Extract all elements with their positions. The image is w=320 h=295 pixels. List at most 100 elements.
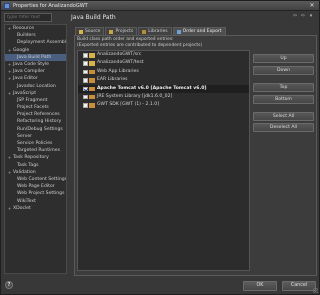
tree-item-label: Service Policies — [17, 141, 53, 146]
list-item[interactable]: JRE System Library [jdk1.6.0_02] — [78, 93, 249, 101]
deselect-all-button[interactable]: Deselect All — [253, 123, 314, 132]
property-tree[interactable]: + Resource Builders Deployment Assembly + Goo… — [4, 24, 67, 274]
close-icon[interactable]: ✕ — [308, 2, 316, 9]
tree-item-label: JSP Fragment — [17, 97, 48, 103]
tree-item-label: Builders — [17, 33, 36, 39]
expand-toggle-icon[interactable]: + — [7, 75, 12, 82]
tree-item-label: Java Build Path — [17, 54, 52, 60]
list-item[interactable]: EAR Libraries — [78, 76, 249, 84]
title-bar[interactable]: Properties for AnalizandoGWT ✕ — [1, 1, 319, 11]
select-all-button[interactable]: Select All — [253, 112, 314, 121]
tab-order-and-export[interactable]: Order and Export — [172, 27, 226, 35]
expand-toggle-icon[interactable]: + — [7, 169, 12, 176]
tab-icon — [176, 29, 181, 34]
tree-item[interactable]: + Validation — [5, 169, 66, 176]
tree-item[interactable]: Builders — [5, 32, 66, 39]
tree-item[interactable]: Project References — [5, 111, 66, 118]
tree-item-label: Targeted Runtimes — [17, 148, 60, 154]
tree-item-label: Task Repository — [13, 155, 49, 161]
tree-item[interactable]: + Task Repository — [5, 154, 66, 161]
export-checkbox[interactable] — [83, 61, 88, 66]
tree-item-label: Resource — [13, 26, 35, 31]
entry-label: EAR Libraries — [97, 77, 128, 83]
tree-item-label: Java Code Style — [13, 61, 49, 67]
help-icon[interactable]: ? — [5, 281, 13, 289]
tree-item[interactable]: WikiText — [5, 198, 66, 205]
ok-button[interactable]: OK — [243, 281, 277, 291]
export-checkbox[interactable] — [83, 103, 88, 108]
tree-item[interactable]: Deployment Assembly — [5, 39, 66, 46]
tree-item-label: Web Page Editor — [17, 184, 55, 190]
tree-item-label: Web Content Settings — [17, 176, 67, 182]
export-checkbox[interactable] — [83, 94, 88, 100]
bottom-button[interactable]: Bottom — [253, 95, 314, 104]
tree-item[interactable]: Server — [5, 133, 66, 140]
tree-item[interactable]: Java Build Path — [5, 53, 66, 61]
properties-dialog: Properties for AnalizandoGWT ✕ +Resource… — [0, 0, 320, 295]
info-line-2: (Exported entries are contributed to dep… — [77, 42, 203, 48]
entry-label: JRE System Library [jdk1.6.0_02] — [97, 93, 173, 99]
tree-item-label: Refactoring History — [17, 119, 62, 125]
tree-item-label: Java Editor — [13, 76, 38, 82]
tree-item[interactable]: Refactoring History — [5, 118, 66, 125]
library-icon — [89, 69, 95, 75]
tree-item[interactable]: Javadoc Location — [5, 83, 66, 90]
tree-item[interactable]: + Google — [5, 47, 66, 54]
expand-toggle-icon[interactable]: + — [7, 68, 12, 75]
tree-item-label: Java Compiler — [13, 69, 45, 75]
export-checkbox[interactable] — [83, 53, 88, 58]
resize-grip[interactable] — [313, 288, 318, 293]
back-arrow-icon[interactable]: ⇦ — [292, 13, 298, 20]
tree-item[interactable]: + JavaScript — [5, 90, 66, 97]
tree-item[interactable]: + Resource — [5, 25, 66, 32]
list-item[interactable]: GWT SDK [GWT (1) - 2.1.0] — [78, 101, 249, 109]
tree-item-label: Web Project Settings — [17, 191, 65, 197]
expand-toggle-icon[interactable]: + — [7, 47, 12, 54]
tab-projects[interactable]: Projects — [105, 27, 138, 35]
up-button[interactable]: Up — [253, 54, 314, 63]
tree-item[interactable]: Task Tags — [5, 162, 66, 169]
tree-item[interactable]: JSP Fragment — [5, 97, 66, 104]
list-item[interactable]: AnalizandoGWT/src — [78, 51, 249, 59]
tree-item-label: Task Tags — [17, 162, 39, 168]
tree-item[interactable]: + Java Code Style — [5, 61, 66, 68]
tree-item[interactable]: Run/Debug Settings — [5, 126, 66, 133]
tree-item[interactable]: + Java Compiler — [5, 68, 66, 75]
tree-item[interactable]: + XDoclet — [5, 205, 66, 212]
tree-item[interactable]: Targeted Runtimes — [5, 147, 66, 154]
expand-toggle-icon[interactable]: + — [7, 90, 12, 97]
build-path-entries-list[interactable]: AnalizandoGWT/src AnalizandoGWT/test Web A… — [77, 50, 250, 271]
page-title: Java Build Path — [71, 14, 116, 21]
expand-toggle-icon[interactable]: + — [7, 205, 12, 212]
expand-toggle-icon[interactable]: + — [7, 25, 12, 32]
app-icon — [4, 3, 10, 9]
expand-toggle-icon[interactable]: + — [7, 154, 12, 161]
forward-arrow-icon[interactable]: ⇨ — [300, 13, 306, 20]
tree-item[interactable]: Web Content Settings — [5, 176, 66, 183]
export-checkbox[interactable] — [83, 86, 88, 92]
tree-item[interactable]: Service Policies — [5, 140, 66, 147]
tree-item-label: Run/Debug Settings — [17, 126, 63, 132]
filter-field[interactable] — [4, 13, 52, 22]
tab-source[interactable]: Source — [75, 27, 105, 35]
list-item[interactable]: Apache Tomcat v6.0 [Apache Tomcat v6.0] — [78, 84, 249, 93]
export-checkbox[interactable] — [83, 69, 88, 75]
tree-item[interactable]: Project Facets — [5, 104, 66, 111]
tab-libraries[interactable]: Libraries — [138, 27, 172, 35]
list-item[interactable]: AnalizandoGWT/test — [78, 59, 249, 67]
entry-label: AnalizandoGWT/src — [97, 52, 142, 57]
filter-input[interactable] — [7, 14, 51, 21]
list-item[interactable]: Web App Libraries — [78, 68, 249, 76]
tree-item[interactable]: Web Project Settings — [5, 190, 66, 197]
entry-label: GWT SDK [GWT (1) - 2.1.0] — [97, 102, 160, 108]
export-checkbox[interactable] — [83, 78, 88, 83]
tree-item[interactable]: + Java Editor — [5, 75, 66, 82]
top-button[interactable]: Top — [253, 83, 314, 92]
tab-icon — [142, 29, 147, 34]
cancel-button[interactable]: Cancel — [282, 281, 316, 291]
tree-item[interactable]: Web Page Editor — [5, 183, 66, 190]
down-button[interactable]: Down — [253, 66, 314, 75]
tree-item-label: Project References — [17, 112, 60, 118]
expand-toggle-icon[interactable]: + — [7, 61, 12, 68]
view-menu-icon[interactable]: ▾ — [308, 13, 314, 20]
